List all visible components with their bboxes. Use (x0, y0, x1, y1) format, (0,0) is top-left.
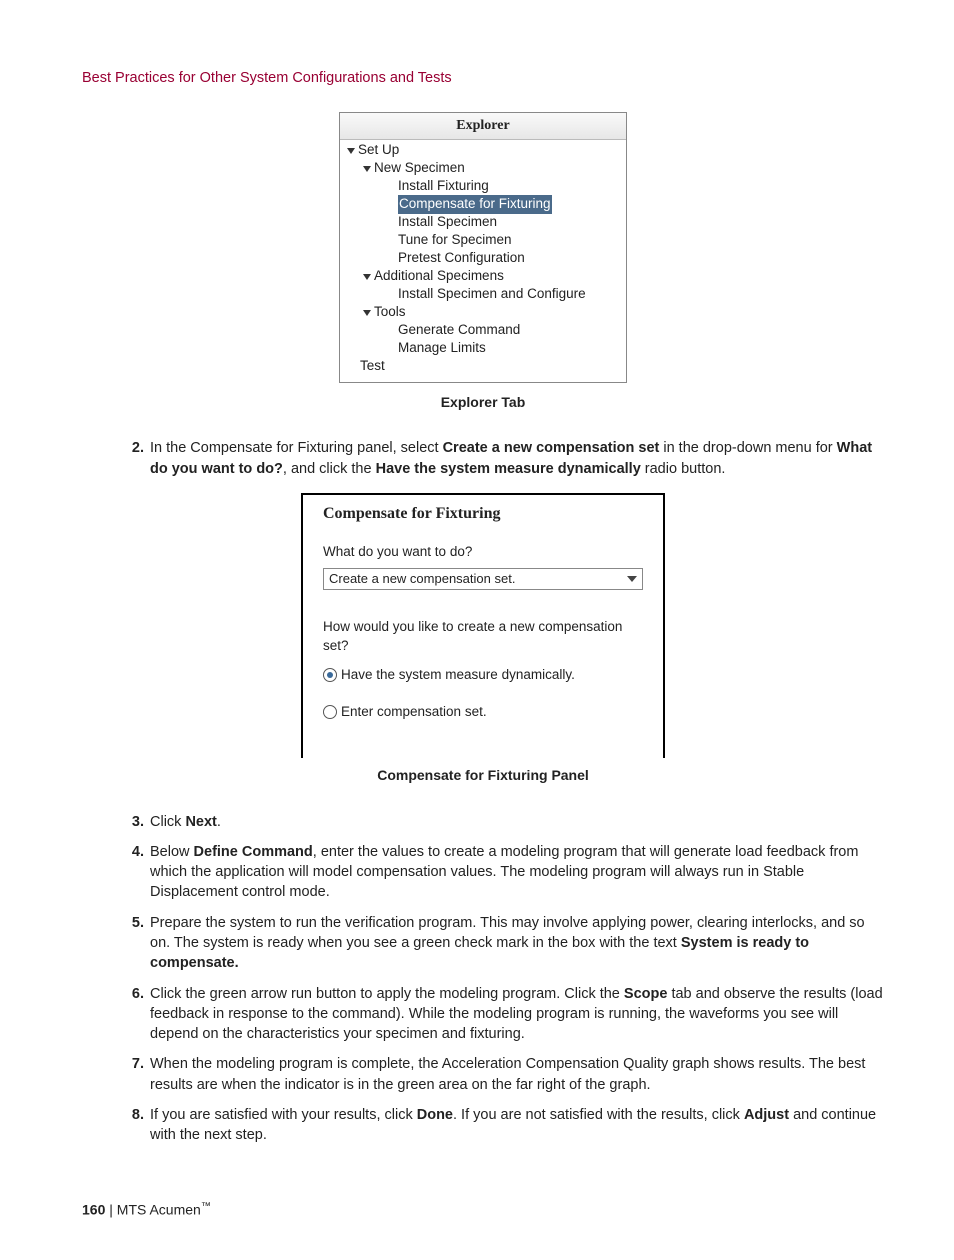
tree-item-additional-specimens[interactable]: Additional Specimens (340, 268, 626, 286)
step-number: 3. (122, 812, 144, 832)
text: | (105, 1201, 116, 1217)
tree-item-test[interactable]: Test (340, 358, 626, 376)
tree-label: Set Up (358, 141, 399, 160)
explorer-caption: Explorer Tab (82, 393, 884, 413)
step-number: 4. (122, 842, 144, 903)
step-number: 5. (122, 913, 144, 974)
chevron-down-icon (627, 576, 637, 582)
chevron-down-icon (362, 272, 372, 282)
tree-item-new-specimen[interactable]: New Specimen (340, 160, 626, 178)
radio-label: Have the system measure dynamically. (341, 666, 575, 685)
tree-item-setup[interactable]: Set Up (340, 142, 626, 160)
step-number: 2. (122, 438, 144, 479)
tree-item-pretest-configuration[interactable]: Pretest Configuration (340, 250, 626, 268)
text-bold: Scope (624, 986, 668, 1002)
dropdown-value: Create a new compensation set. (329, 570, 515, 588)
tree-label: Test (360, 357, 385, 376)
tree-label: Manage Limits (398, 339, 486, 358)
text: radio button. (641, 461, 726, 477)
step-8: 8. If you are satisfied with your result… (122, 1105, 884, 1146)
question-label: How would you like to create a new compe… (323, 618, 643, 656)
step-3: 3. Click Next. (122, 812, 884, 832)
tree-label: Pretest Configuration (398, 249, 525, 268)
radio-label: Enter compensation set. (341, 703, 487, 722)
tree-label: New Specimen (374, 159, 465, 178)
question-label: What do you want to do? (323, 543, 643, 562)
tree-item-generate-command[interactable]: Generate Command (340, 322, 626, 340)
text: If you are satisfied with your results, … (150, 1107, 417, 1123)
tree-label: Tune for Specimen (398, 231, 512, 250)
tree-label: Compensate for Fixturing (398, 195, 552, 214)
tree-label: Tools (374, 303, 406, 322)
explorer-tree: Set Up New Specimen Install Fixturing Co… (340, 140, 626, 382)
text: . (217, 814, 221, 830)
step-4: 4. Below Define Command, enter the value… (122, 842, 884, 903)
explorer-title: Explorer (340, 113, 626, 140)
radio-enter-compensation-set[interactable]: Enter compensation set. (323, 703, 643, 722)
panel-title: Compensate for Fixturing (323, 503, 643, 525)
text-bold: Have the system measure dynamically (376, 461, 641, 477)
chevron-down-icon (362, 308, 372, 318)
step-5: 5. Prepare the system to run the verific… (122, 913, 884, 974)
tree-item-install-specimen[interactable]: Install Specimen (340, 214, 626, 232)
tree-label: Generate Command (398, 321, 520, 340)
trademark-symbol: ™ (201, 1201, 211, 1212)
page-number: 160 (82, 1201, 105, 1217)
radio-icon (323, 668, 337, 682)
tree-item-tune-for-specimen[interactable]: Tune for Specimen (340, 232, 626, 250)
chevron-down-icon (346, 146, 356, 156)
text-bold: Done (417, 1107, 453, 1123)
text: in the drop-down menu for (659, 440, 836, 456)
tree-item-install-specimen-and-configure[interactable]: Install Specimen and Configure (340, 286, 626, 304)
text-bold: Create a new compensation set (443, 440, 660, 456)
tree-item-manage-limits[interactable]: Manage Limits (340, 340, 626, 358)
text: When the modeling program is complete, t… (150, 1056, 865, 1092)
tree-label: Install Fixturing (398, 177, 489, 196)
step-number: 8. (122, 1105, 144, 1146)
text-bold: Adjust (744, 1107, 789, 1123)
product-name: MTS Acumen (117, 1201, 201, 1217)
tree-label: Install Specimen (398, 213, 497, 232)
text: Click (150, 814, 185, 830)
step-7: 7. When the modeling program is complete… (122, 1054, 884, 1095)
text-bold: Define Command (194, 844, 313, 860)
text-bold: Next (185, 814, 216, 830)
step-number: 7. (122, 1054, 144, 1095)
text: Click the green arrow run button to appl… (150, 986, 624, 1002)
step-number: 6. (122, 984, 144, 1045)
tree-item-install-fixturing[interactable]: Install Fixturing (340, 178, 626, 196)
text: , and click the (283, 461, 376, 477)
text: In the Compensate for Fixturing panel, s… (150, 440, 443, 456)
tree-label: Additional Specimens (374, 267, 504, 286)
radio-measure-dynamically[interactable]: Have the system measure dynamically. (323, 666, 643, 685)
text: Below (150, 844, 194, 860)
step-2: 2. In the Compensate for Fixturing panel… (122, 438, 884, 479)
radio-icon (323, 705, 337, 719)
what-do-you-want-dropdown[interactable]: Create a new compensation set. (323, 568, 643, 590)
tree-item-compensate-for-fixturing[interactable]: Compensate for Fixturing (340, 196, 626, 214)
chevron-down-icon (362, 164, 372, 174)
page-footer: 160 | MTS Acumen™ (82, 1200, 884, 1220)
tree-label: Install Specimen and Configure (398, 285, 586, 304)
tree-item-tools[interactable]: Tools (340, 304, 626, 322)
compensate-panel-caption: Compensate for Fixturing Panel (82, 766, 884, 786)
explorer-panel: Explorer Set Up New Specimen Install Fix… (339, 112, 627, 383)
breadcrumb: Best Practices for Other System Configur… (82, 68, 884, 88)
text: . If you are not satisfied with the resu… (453, 1107, 744, 1123)
compensate-for-fixturing-panel: Compensate for Fixturing What do you wan… (301, 493, 665, 758)
step-6: 6. Click the green arrow run button to a… (122, 984, 884, 1045)
